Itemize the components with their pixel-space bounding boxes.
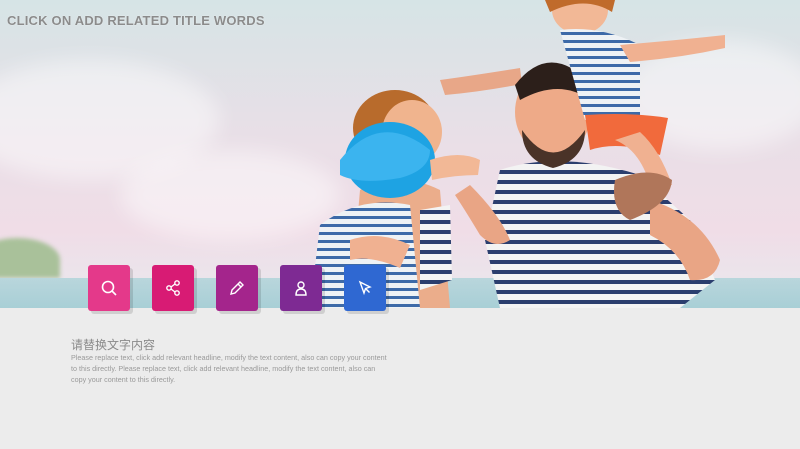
content-title: 请替换文字内容 xyxy=(71,338,156,352)
search-icon xyxy=(101,280,117,296)
search-button[interactable] xyxy=(88,265,130,311)
cursor-button[interactable] xyxy=(344,265,386,311)
icon-toolbar xyxy=(88,265,388,313)
cursor-icon xyxy=(358,280,372,296)
share-icon xyxy=(166,280,180,296)
content-text: Please replace text, click add relevant … xyxy=(71,353,387,384)
user-icon xyxy=(295,281,307,296)
hero-photo xyxy=(0,0,800,308)
user-button[interactable] xyxy=(280,265,322,311)
slide-title: CLICK ON ADD RELATED TITLE WORDS xyxy=(7,13,265,28)
edit-icon xyxy=(230,281,244,295)
edit-button[interactable] xyxy=(216,265,258,311)
family-photo-illustration xyxy=(310,0,725,308)
share-button[interactable] xyxy=(152,265,194,311)
